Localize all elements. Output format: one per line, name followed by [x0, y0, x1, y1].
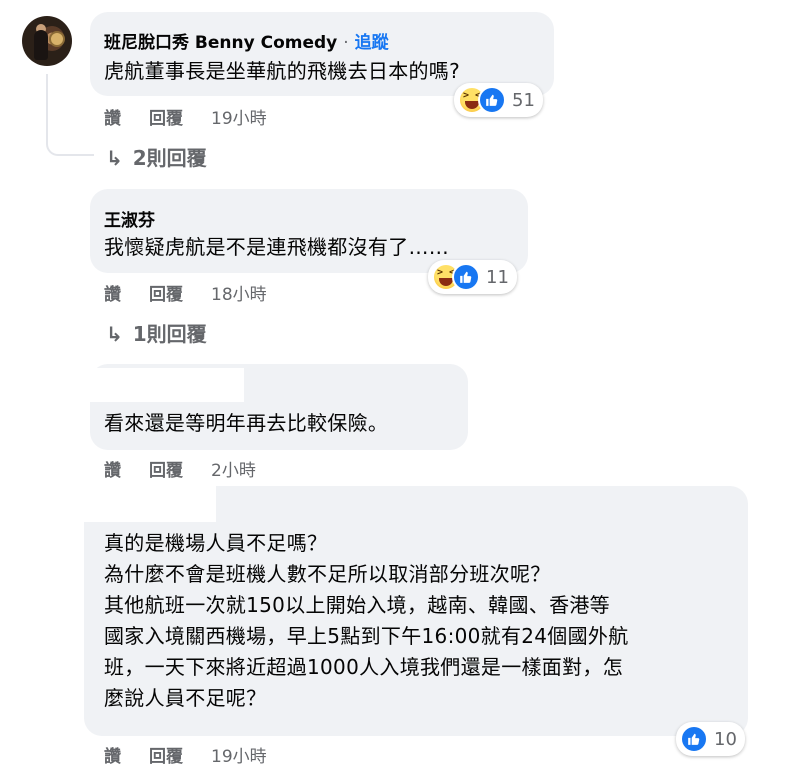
comment-actions: 讚 回覆 19小時: [104, 742, 295, 765]
reply-button[interactable]: 回覆: [149, 461, 183, 481]
reply-arrow-icon: ↳: [106, 322, 123, 346]
view-replies-link[interactable]: ↳ 2則回覆: [106, 142, 207, 171]
comment-author[interactable]: 班尼脫口秀 Benny Comedy · 追蹤: [104, 28, 389, 53]
timestamp[interactable]: 2小時: [211, 461, 256, 481]
author-name[interactable]: 班尼脫口秀 Benny Comedy: [104, 33, 337, 53]
thread-connector: [46, 120, 94, 156]
comment-bubble-4: 真的是機場人員不足嗎？ 為什麼不會是班機人數不足所以取消部分班次呢？ 其他航班一…: [84, 486, 748, 736]
comment-text: 看來還是等明年再去比較保險。: [104, 411, 389, 435]
view-replies-link[interactable]: ↳ 1則回覆: [106, 318, 207, 347]
avatar[interactable]: [22, 16, 72, 66]
follow-button[interactable]: 追蹤: [355, 33, 389, 53]
separator-dot: ·: [343, 33, 349, 53]
reply-arrow-icon: ↳: [106, 146, 123, 170]
timestamp[interactable]: 19小時: [211, 109, 267, 129]
comment-actions: 讚 回覆 2小時: [104, 456, 284, 481]
redacted-author: [90, 368, 244, 402]
timestamp[interactable]: 18小時: [211, 285, 267, 305]
reaction-summary[interactable]: 10: [676, 722, 745, 756]
replies-label: 1則回覆: [132, 322, 207, 346]
like-button[interactable]: 讚: [104, 109, 121, 129]
reply-button[interactable]: 回覆: [149, 109, 183, 129]
redacted-author: [84, 486, 216, 522]
reaction-count: 10: [714, 728, 737, 750]
like-icon: [478, 86, 506, 114]
reaction-count: 11: [486, 266, 509, 288]
like-icon: [452, 263, 480, 291]
reply-button[interactable]: 回覆: [149, 747, 183, 765]
reaction-summary[interactable]: 51: [454, 83, 543, 117]
comment-actions: 讚 回覆 18小時: [104, 280, 295, 305]
like-button[interactable]: 讚: [104, 461, 121, 481]
comment-text: 我懷疑虎航是不是連飛機都沒有了……: [104, 235, 450, 259]
timestamp[interactable]: 19小時: [211, 747, 267, 765]
comment-text: 真的是機場人員不足嗎？ 為什麼不會是班機人數不足所以取消部分班次呢？ 其他航班一…: [104, 531, 629, 710]
reaction-summary[interactable]: 11: [428, 260, 517, 294]
avatar-logo: [49, 31, 65, 47]
reaction-count: 51: [512, 89, 535, 111]
author-name[interactable]: 王淑芬: [104, 206, 155, 231]
replies-label: 2則回覆: [132, 146, 207, 170]
like-icon: [680, 725, 708, 753]
comment-actions: 讚 回覆 19小時: [104, 104, 295, 129]
like-button[interactable]: 讚: [104, 285, 121, 305]
reply-button[interactable]: 回覆: [149, 285, 183, 305]
comment-text: 虎航董事長是坐華航的飛機去日本的嗎?: [104, 59, 461, 83]
like-button[interactable]: 讚: [104, 747, 121, 765]
avatar-figure: [34, 30, 48, 60]
